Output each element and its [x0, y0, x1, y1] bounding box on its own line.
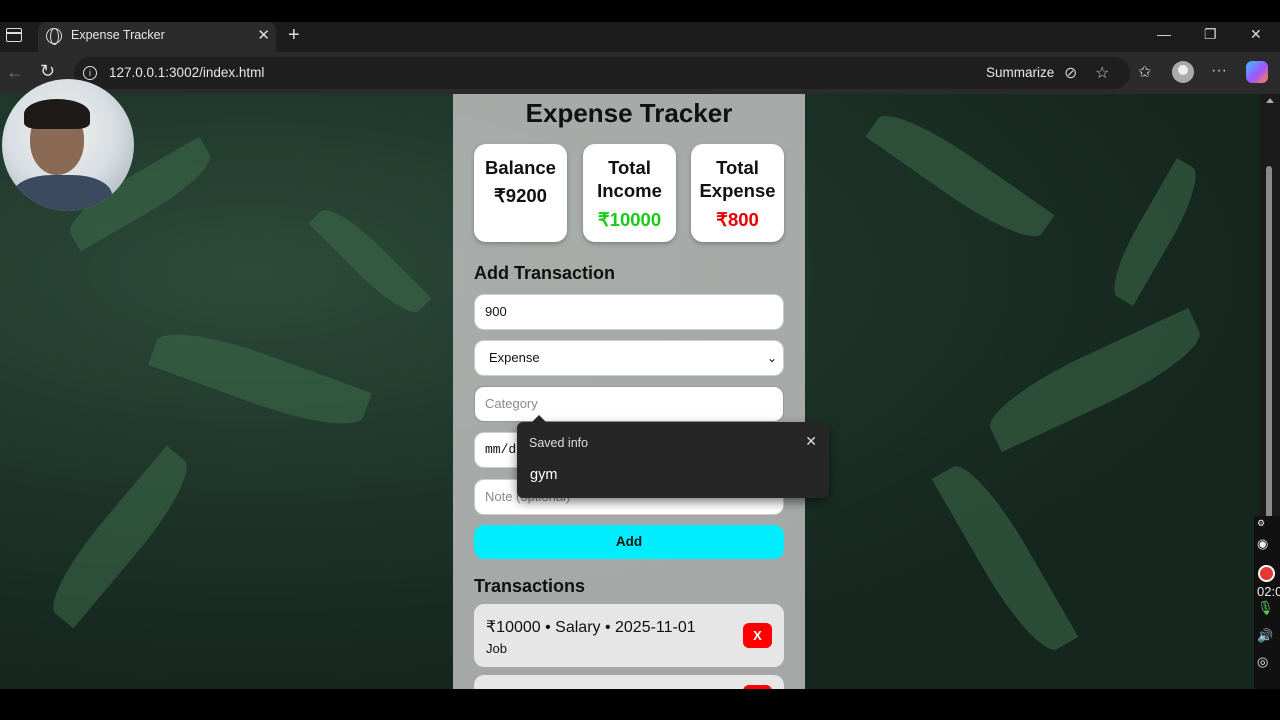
webcam-icon[interactable]: ◎ — [1257, 654, 1268, 670]
address-bar[interactable]: i 127.0.0.1:3002/index.html Summarize ⊘ … — [74, 57, 1130, 89]
tab-close-icon[interactable]: ✕ — [257, 26, 270, 44]
delete-transaction-button[interactable]: X — [743, 623, 772, 648]
camera-icon[interactable]: ◉ — [1257, 536, 1268, 552]
balance-value: ₹9200 — [494, 185, 547, 206]
new-tab-button[interactable]: + — [288, 24, 300, 47]
minimize-icon[interactable]: — — [1157, 26, 1171, 42]
autofill-popup: Saved info ✕ gym — [517, 415, 829, 498]
balance-label: Balance — [485, 157, 556, 178]
expense-label: Total Expense — [699, 157, 776, 201]
background-leaf — [308, 199, 432, 323]
tab-title: Expense Tracker — [71, 28, 165, 42]
recorder-toolbar: ⚙ ◉ 02:00 🎙 🔊 ◎ — [1254, 516, 1280, 689]
type-select-value: Expense — [489, 350, 540, 365]
autofill-close-icon[interactable]: ✕ — [805, 433, 817, 450]
transaction-item: ₹10000 • Salary • 2025-11-01 Job X — [474, 604, 784, 667]
profile-avatar-icon[interactable] — [1172, 61, 1194, 83]
background-leaf — [38, 445, 202, 629]
autofill-suggestion[interactable]: gym — [530, 467, 557, 483]
window-close-icon[interactable]: ✕ — [1250, 26, 1262, 43]
reload-icon[interactable]: ↻ — [40, 61, 55, 82]
expense-tracker-panel: Expense Tracker Balance ₹9200 Total Incom… — [453, 94, 805, 689]
globe-icon — [46, 28, 62, 45]
background-leaf — [865, 100, 1055, 252]
webcam-overlay — [2, 79, 134, 211]
add-button[interactable]: Add — [474, 525, 784, 559]
page-title: Expense Tracker — [525, 98, 733, 128]
type-select[interactable]: Expense ⌄ — [474, 340, 784, 376]
transaction-note: Job — [486, 641, 507, 656]
amount-input[interactable]: 900 — [474, 294, 784, 330]
recording-time: 02:00 — [1257, 584, 1280, 599]
url-text[interactable]: 127.0.0.1:3002/index.html — [109, 65, 264, 80]
page-viewport: Expense Tracker Balance ₹9200 Total Incom… — [0, 94, 1260, 689]
favorites-icon[interactable]: ✩ — [1138, 62, 1151, 82]
tab-actions-icon[interactable] — [6, 28, 22, 42]
category-input[interactable]: Category — [474, 386, 784, 422]
more-menu-icon[interactable]: ··· — [1211, 62, 1227, 80]
expense-value: ₹800 — [716, 209, 759, 230]
scroll-up-arrow-icon[interactable] — [1266, 98, 1274, 103]
chevron-down-icon: ⌄ — [766, 351, 777, 365]
income-card: Total Income ₹10000 — [583, 144, 676, 242]
site-info-icon[interactable]: i — [83, 66, 97, 80]
income-label: Total Income — [597, 157, 662, 201]
favorite-star-icon[interactable]: ☆ — [1095, 63, 1109, 83]
transaction-summary: ₹10000 • Salary • 2025-11-01 — [486, 619, 696, 636]
speaker-icon[interactable]: 🔊 — [1257, 628, 1273, 644]
transaction-item — [474, 675, 784, 689]
webcam-person-shirt — [12, 175, 112, 211]
add-transaction-heading: Add Transaction — [474, 263, 616, 283]
microphone-icon[interactable]: 🎙 — [1257, 600, 1274, 616]
browser-tab[interactable]: Expense Tracker ✕ — [38, 22, 276, 52]
recorder-menu-icon[interactable]: ⚙ — [1257, 518, 1265, 529]
address-bar-row: ← ↻ i 127.0.0.1:3002/index.html Summariz… — [0, 52, 1280, 94]
record-icon[interactable] — [1258, 565, 1275, 582]
browser-tab-bar: Expense Tracker ✕ + — ❐ ✕ — [0, 22, 1280, 52]
autofill-title: Saved info — [529, 436, 589, 450]
immersive-reader-icon[interactable]: ⊘ — [1064, 63, 1077, 83]
background-leaf — [979, 307, 1211, 453]
summarize-button[interactable]: Summarize — [986, 65, 1054, 80]
restore-icon[interactable]: ❐ — [1204, 26, 1217, 43]
background-leaf — [148, 317, 372, 441]
back-arrow-icon[interactable]: ← — [6, 62, 24, 83]
transactions-heading: Transactions — [474, 576, 586, 596]
os-bottom-strip — [0, 689, 1280, 720]
background-leaf — [931, 455, 1079, 661]
copilot-icon[interactable] — [1246, 61, 1268, 83]
background-leaf — [1101, 158, 1209, 306]
expense-card: Total Expense ₹800 — [691, 144, 784, 242]
balance-card: Balance ₹9200 — [474, 144, 567, 242]
os-top-strip — [0, 0, 1280, 22]
webcam-person-hair — [24, 99, 90, 129]
income-value: ₹10000 — [597, 209, 662, 230]
